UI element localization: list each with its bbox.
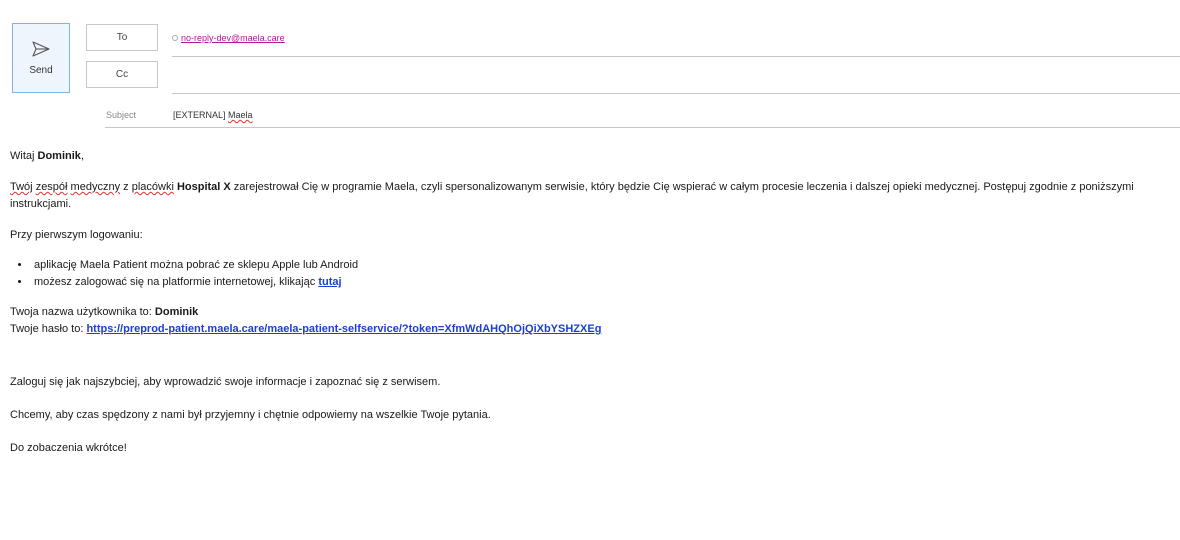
compose-header: Send To Cc no-reply-dev@maela.care Subje…: [0, 0, 1180, 135]
to-button[interactable]: To: [86, 24, 158, 51]
subject-label: Subject: [106, 110, 137, 120]
send-icon: [32, 40, 50, 57]
password-link[interactable]: https://preprod-patient.maela.care/maela…: [86, 323, 601, 335]
greeting-name: Dominik: [37, 150, 81, 162]
to-field-underline: [172, 56, 1180, 57]
intro-word-3: medyczny: [70, 181, 121, 193]
cc-field-underline: [172, 93, 1180, 94]
message-body[interactable]: Witaj Dominik, Twój zespół medyczny z pl…: [10, 148, 1170, 457]
greeting-prefix: Witaj: [10, 150, 38, 162]
bullet-web-text: możesz zalogować się na platformie inter…: [34, 276, 319, 288]
intro-word-1: Twój: [10, 181, 33, 193]
greeting-suffix: ,: [80, 150, 84, 162]
intro-word-4: placówki: [131, 181, 174, 193]
instructions-list: aplikację Maela Patient można pobrać ze …: [10, 257, 1170, 291]
see-you-paragraph: Do zobaczenia wkrótce!: [10, 442, 127, 454]
username-value: Dominik: [154, 306, 199, 318]
presence-status-icon: [172, 35, 178, 41]
we-want-paragraph: Chcemy, aby czas spędzony z nami był prz…: [10, 409, 491, 421]
hospital-name: Hospital X: [176, 181, 231, 193]
to-recipient-address[interactable]: no-reply-dev@maela.care: [181, 33, 285, 43]
to-recipient-chip[interactable]: no-reply-dev@maela.care: [172, 33, 285, 43]
list-item: aplikację Maela Patient można pobrać ze …: [31, 257, 1170, 274]
subject-prefix: [EXTERNAL]: [173, 110, 229, 120]
login-soon-paragraph: Zaloguj się jak najszybciej, aby wprowad…: [10, 376, 441, 388]
intro-word-2: zespół: [35, 181, 68, 193]
password-line: Twoje hasło to: https://preprod-patient.…: [10, 321, 1170, 338]
username-line: Twoja nazwa użytkownika to: Dominik: [10, 304, 1170, 321]
subject-input[interactable]: [EXTERNAL] Maela: [173, 110, 253, 120]
list-item: możesz zalogować się na platformie inter…: [31, 274, 1170, 291]
intro-space-3: z: [120, 181, 132, 193]
first-login-heading: Przy pierwszym logowaniu:: [10, 229, 143, 241]
subject-field-underline: [105, 127, 1180, 128]
password-label: Twoje hasło to:: [10, 323, 87, 335]
here-link[interactable]: tutaj: [318, 276, 341, 288]
cc-button[interactable]: Cc: [86, 61, 158, 88]
cc-input[interactable]: [172, 66, 1166, 88]
intro-paragraph: Twój zespół medyczny z placówki Hospital…: [10, 179, 1170, 213]
send-button[interactable]: Send: [12, 23, 70, 93]
send-label: Send: [29, 64, 53, 76]
bullet-app-text: aplikację Maela Patient można pobrać ze …: [34, 259, 359, 271]
username-label: Twoja nazwa użytkownika to:: [10, 306, 155, 318]
greeting: Witaj Dominik,: [10, 148, 1170, 165]
subject-main: Maela: [228, 110, 253, 120]
